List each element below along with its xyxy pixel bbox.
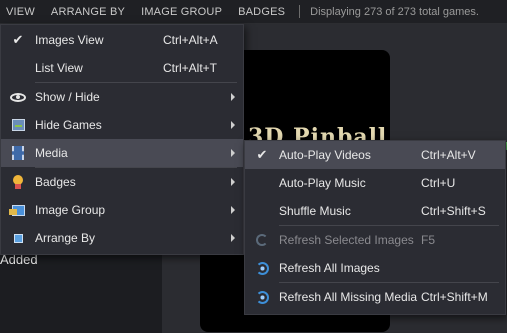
menu-item-shortcut: Ctrl+Alt+A — [163, 33, 218, 47]
arrange-icon — [13, 233, 23, 243]
menubar: VIEW ARRANGE BY IMAGE GROUP BADGES Displ… — [0, 0, 507, 24]
submenu-arrow-icon — [231, 178, 235, 186]
menu-item-images-view[interactable]: ✔ Images View Ctrl+Alt+A — [1, 26, 243, 54]
menu-item-refresh-all-missing-media[interactable]: Refresh All Missing Media Ctrl+Shift+M — [245, 283, 505, 311]
menu-item-shuffle-music[interactable]: Shuffle Music Ctrl+Shift+S — [245, 197, 505, 225]
menu-item-shortcut: Ctrl+Shift+S — [421, 204, 486, 218]
submenu-arrow-icon — [231, 121, 235, 129]
menu-item-label: Refresh Selected Images — [279, 233, 414, 247]
menu-item-show-hide[interactable]: Show / Hide — [1, 83, 243, 111]
submenu-arrow-icon — [231, 206, 235, 214]
menu-item-label: Auto-Play Videos — [279, 148, 371, 162]
menu-item-media[interactable]: Media — [1, 139, 243, 167]
menu-item-arrange-by[interactable]: Arrange By — [1, 224, 243, 252]
menu-item-hide-games[interactable]: Hide Games — [1, 111, 243, 139]
hide-games-icon — [11, 119, 25, 131]
menu-item-badges[interactable]: Badges — [1, 168, 243, 196]
submenu-arrow-icon — [231, 234, 235, 242]
refresh-all-icon — [255, 261, 269, 275]
menu-item-label: Media — [35, 146, 68, 160]
menu-view[interactable]: VIEW — [0, 6, 43, 18]
menu-item-shortcut: F5 — [421, 233, 436, 247]
menu-item-label: Refresh All Images — [279, 261, 380, 275]
menubar-divider — [299, 5, 301, 18]
menu-image-group[interactable]: IMAGE GROUP — [133, 6, 230, 18]
menu-item-label: Images View — [35, 33, 104, 47]
refresh-missing-icon — [255, 290, 269, 304]
menu-item-label: Shuffle Music — [279, 204, 351, 218]
menu-item-shortcut: Ctrl+Alt+T — [163, 61, 218, 75]
submenu-arrow-icon — [231, 93, 235, 101]
menu-item-refresh-selected-images[interactable]: Refresh Selected Images F5 — [245, 226, 505, 254]
eye-icon — [10, 92, 26, 102]
menu-item-shortcut: Ctrl+Shift+M — [421, 290, 488, 304]
view-menu: ✔ Images View Ctrl+Alt+A List View Ctrl+… — [0, 24, 244, 255]
menu-item-label: Hide Games — [35, 118, 102, 132]
menu-item-label: Refresh All Missing Media — [279, 290, 418, 304]
menu-item-auto-play-music[interactable]: Auto-Play Music Ctrl+U — [245, 169, 505, 197]
menu-item-image-group[interactable]: Image Group — [1, 196, 243, 224]
menu-item-shortcut: Ctrl+U — [421, 176, 456, 190]
check-icon: ✔ — [256, 147, 268, 162]
menu-item-label: Auto-Play Music — [279, 176, 366, 190]
menu-item-label: List View — [35, 61, 83, 75]
games-count-status: Displaying 273 of 273 total games. — [310, 5, 479, 18]
menu-item-label: Arrange By — [35, 231, 96, 245]
menu-badges[interactable]: BADGES — [230, 6, 293, 18]
menu-item-shortcut: Ctrl+Alt+V — [421, 148, 476, 162]
menu-item-auto-play-videos[interactable]: ✔ Auto-Play Videos Ctrl+Alt+V — [245, 141, 505, 169]
badge-icon — [13, 175, 23, 189]
submenu-arrow-icon — [231, 149, 235, 157]
media-submenu: ✔ Auto-Play Videos Ctrl+Alt+V Auto-Play … — [244, 140, 506, 315]
film-icon — [12, 146, 24, 160]
menu-item-label: Badges — [35, 175, 76, 189]
image-group-icon — [8, 204, 25, 216]
menu-item-refresh-all-images[interactable]: Refresh All Images — [245, 254, 505, 282]
refresh-icon — [256, 234, 268, 246]
menu-item-label: Show / Hide — [35, 90, 100, 104]
menu-item-list-view[interactable]: List View Ctrl+Alt+T — [1, 54, 243, 82]
menu-arrange-by[interactable]: ARRANGE BY — [43, 6, 133, 18]
check-icon: ✔ — [12, 32, 24, 47]
menu-item-label: Image Group — [35, 203, 106, 217]
